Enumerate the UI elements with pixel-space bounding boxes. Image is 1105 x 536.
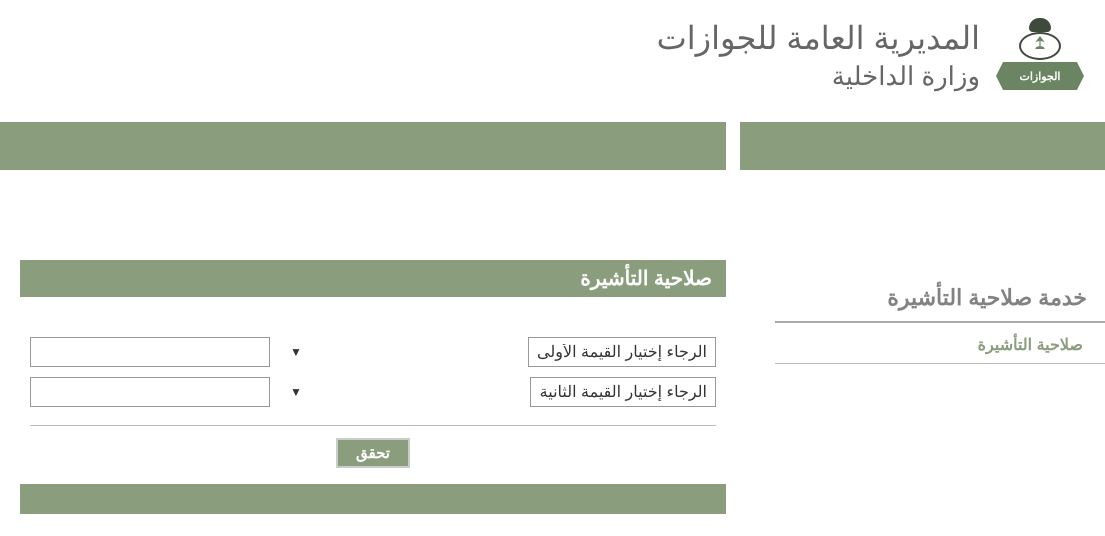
bottom-bar: [20, 484, 726, 514]
palm-icon: [1031, 35, 1049, 53]
chevron-down-icon: ▼: [290, 345, 302, 359]
verify-button[interactable]: تحقق: [336, 438, 410, 468]
chevron-down-icon: ▼: [290, 385, 302, 399]
page-header: الجوازات المديرية العامة للجوازات وزارة …: [0, 0, 1105, 110]
select-first-value[interactable]: الرجاء إختيار القيمة الأولى: [528, 337, 716, 367]
crown-icon: [1029, 18, 1051, 32]
header-title-main: المديرية العامة للجوازات: [657, 19, 980, 57]
select-wrapper-1: الرجاء إختيار القيمة الأولى ▼: [282, 337, 716, 367]
banner-sidebar-strip: [740, 122, 1105, 170]
sidebar-service-title: خدمة صلاحية التأشيرة: [775, 170, 1105, 323]
logo-banner-text: الجوازات: [1020, 70, 1061, 83]
form-actions: تحقق: [30, 438, 716, 472]
form-title-bar: صلاحية التأشيرة: [20, 260, 726, 297]
logo-emblem: الجوازات: [995, 10, 1085, 100]
logo-banner: الجوازات: [996, 62, 1084, 90]
sidebar-link-visa-validity[interactable]: صلاحية التأشيرة: [775, 323, 1105, 364]
form-row-1: الرجاء إختيار القيمة الأولى ▼: [30, 337, 716, 367]
header-title-sub: وزارة الداخلية: [832, 61, 980, 92]
select-second-value[interactable]: الرجاء إختيار القيمة الثانية: [530, 377, 716, 407]
select-wrapper-2: الرجاء إختيار القيمة الثانية ▼: [282, 377, 716, 407]
main-panel: صلاحية التأشيرة الرجاء إختيار القيمة الأ…: [0, 170, 726, 514]
input-first-value[interactable]: [30, 337, 270, 367]
form-divider: [30, 425, 716, 426]
banner-main-strip: [0, 122, 726, 170]
content-wrapper: خدمة صلاحية التأشيرة صلاحية التأشيرة صلا…: [0, 170, 1105, 514]
input-second-value[interactable]: [30, 377, 270, 407]
form-row-2: الرجاء إختيار القيمة الثانية ▼: [30, 377, 716, 407]
header-titles: المديرية العامة للجوازات وزارة الداخلية: [657, 19, 980, 92]
sidebar: خدمة صلاحية التأشيرة صلاحية التأشيرة: [740, 170, 1105, 514]
form-body: الرجاء إختيار القيمة الأولى ▼ الرجاء إخت…: [20, 297, 726, 484]
banner-row: [0, 122, 1105, 170]
